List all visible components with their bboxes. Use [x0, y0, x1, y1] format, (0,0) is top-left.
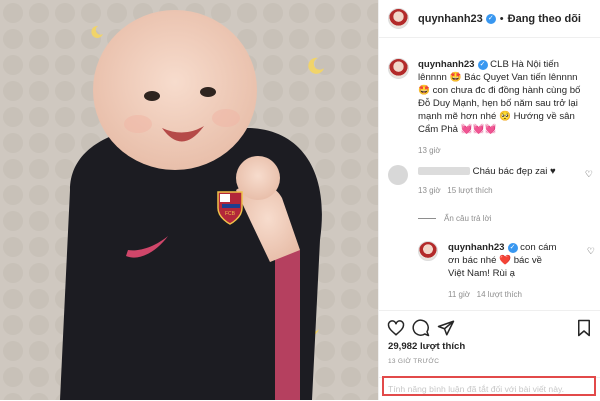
reply-likes[interactable]: 14 lượt thích — [477, 290, 522, 299]
author-username[interactable]: quynhanh23 — [418, 13, 483, 25]
post-timestamp[interactable]: 13 GIỜ TRƯỚC — [388, 358, 439, 365]
caption-time: 13 giờ — [418, 146, 441, 155]
likes-count[interactable]: 29,982 lượt thích — [388, 341, 465, 352]
caption-username[interactable]: quynhanh23 — [418, 59, 475, 70]
comment-body: Cháu bác đẹp zai ♥ 13 giờ 15 lượt thích — [418, 165, 573, 197]
crest-text: FCB — [225, 211, 236, 217]
author-avatar[interactable] — [388, 8, 409, 29]
reply-username[interactable]: quynhanh23 — [448, 242, 505, 253]
reply-avatar[interactable] — [418, 241, 438, 261]
comment-text: Cháu bác đẹp zai ♥ — [472, 166, 556, 177]
share-send-icon[interactable] — [437, 319, 455, 337]
baby-photo-illustration: FCB — [0, 0, 378, 400]
header-separator: • — [499, 12, 504, 25]
reply-meta: 11 giờ 14 lượt thích — [448, 288, 558, 301]
save-bookmark-icon[interactable] — [575, 319, 593, 337]
caption-avatar[interactable] — [388, 58, 409, 79]
like-heart-icon[interactable] — [387, 319, 405, 337]
post-header: quynhanh23 ✓ • Đang theo dõi — [379, 0, 600, 38]
post-photo[interactable]: FCB — [0, 0, 378, 400]
replies-line-divider — [418, 218, 436, 220]
reply-verified-badge-icon: ✓ — [507, 243, 518, 253]
reply-item: quynhanh23 ✓ con cám ơn bác nhé ❤️ bác về… — [418, 241, 598, 301]
comment-item: Cháu bác đẹp zai ♥ 13 giờ 15 lượt thích … — [388, 165, 598, 197]
reply-body: quynhanh23 ✓ con cám ơn bác nhé ❤️ bác về… — [448, 241, 558, 301]
caption-verified-badge-icon: ✓ — [477, 60, 488, 70]
comment-meta: 13 giờ 15 lượt thích — [418, 184, 573, 197]
comment-like-heart-icon[interactable]: ♡ — [585, 169, 593, 180]
comments-disabled-notice: Tính năng bình luận đã tắt đối với bài v… — [379, 377, 600, 401]
commenter-avatar-blurred[interactable] — [388, 165, 408, 185]
verified-badge-icon: ✓ — [485, 13, 496, 24]
comment-bubble-icon[interactable] — [412, 319, 430, 337]
comment-time: 13 giờ — [418, 186, 441, 195]
reply-like-heart-icon[interactable]: ♡ — [587, 246, 595, 257]
hide-replies-toggle[interactable]: Ẩn câu trả lời — [418, 214, 492, 223]
hide-replies-label[interactable]: Ẩn câu trả lời — [444, 214, 492, 223]
instagram-post: FCB quynhanh23 ✓ • Đang theo dõi quynhan… — [0, 0, 600, 400]
post-caption: quynhanh23 ✓ CLB Hà Nội tiến lênnnn 🤩 Bác… — [388, 58, 593, 157]
post-actions: 29,982 lượt thích 13 GIỜ TRƯỚC Tính năng… — [379, 310, 600, 400]
post-side-panel: quynhanh23 ✓ • Đang theo dõi quynhanh23 ✓… — [378, 0, 600, 400]
caption-text: CLB Hà Nội tiến lênnnn 🤩 Bác Quyet Van t… — [418, 59, 581, 135]
comments-section[interactable]: quynhanh23 ✓ CLB Hà Nội tiến lênnnn 🤩 Bác… — [379, 38, 600, 310]
commenter-username-blurred[interactable] — [418, 167, 470, 176]
reply-time: 11 giờ — [448, 290, 470, 299]
caption-body: quynhanh23 ✓ CLB Hà Nội tiến lênnnn 🤩 Bác… — [418, 58, 588, 157]
comment-likes[interactable]: 15 lượt thích — [447, 186, 492, 195]
following-button[interactable]: Đang theo dõi — [508, 13, 581, 25]
action-icons — [387, 319, 593, 337]
